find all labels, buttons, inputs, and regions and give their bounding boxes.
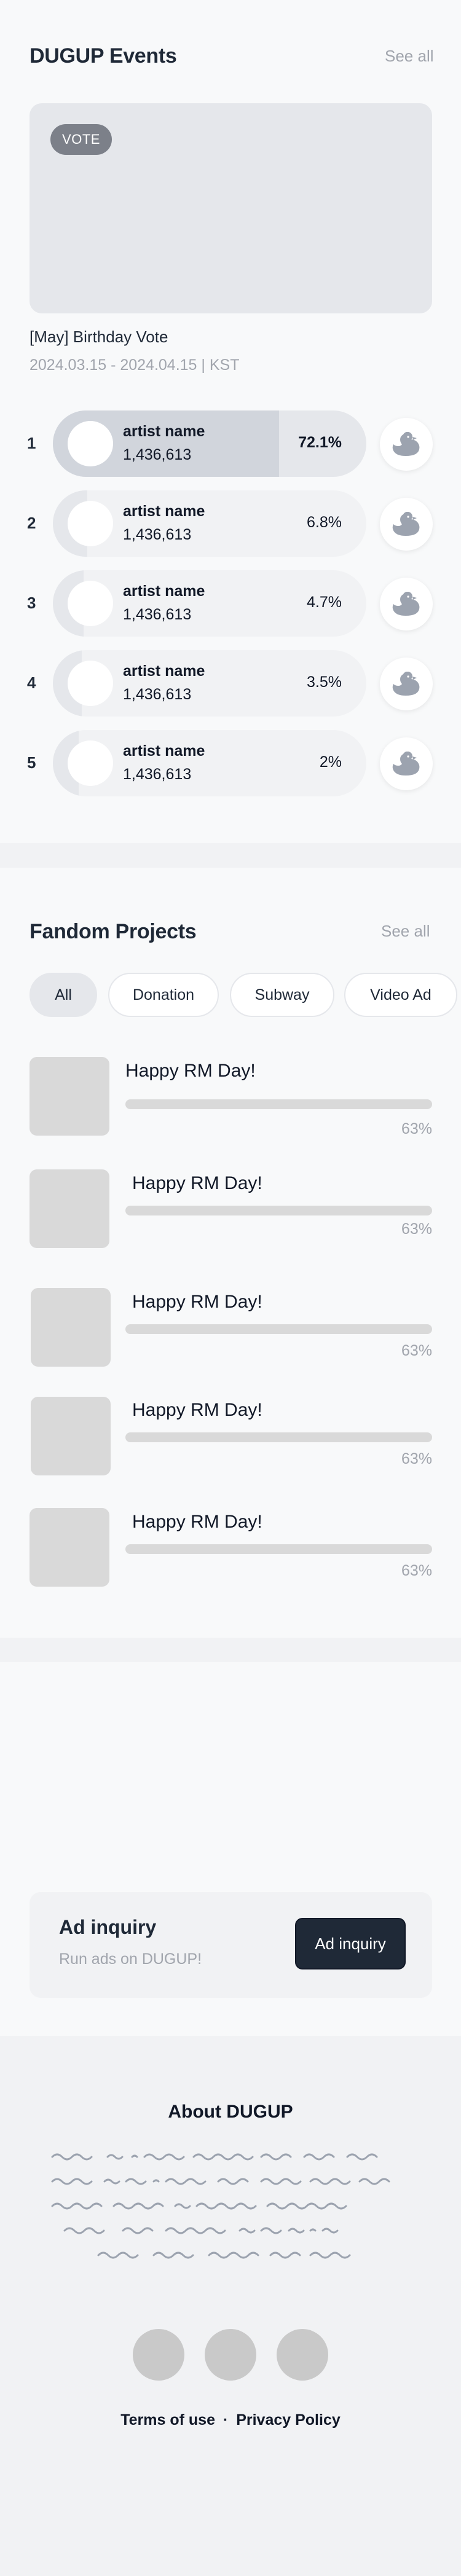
- ad-inquiry-subtitle: Run ads on DUGUP!: [59, 1950, 202, 1968]
- artist-name: artist name: [123, 423, 205, 440]
- avatar: [68, 581, 113, 626]
- ranking-row[interactable]: 3 artist name 1,436,613 4.7%: [0, 570, 461, 637]
- avatar: [68, 661, 113, 706]
- artist-name: artist name: [123, 503, 205, 520]
- filter-chip-donation[interactable]: Donation: [108, 973, 219, 1017]
- project-percent: 63%: [401, 1120, 432, 1137]
- project-percent: 63%: [401, 1342, 432, 1359]
- vote-count: 1,436,613: [123, 606, 192, 623]
- section-divider: [0, 843, 461, 868]
- project-title[interactable]: Happy RM Day!: [132, 1173, 262, 1194]
- project-percent: 63%: [401, 1450, 432, 1467]
- project-title[interactable]: Happy RM Day!: [125, 1061, 256, 1082]
- vote-percent: 3.5%: [307, 673, 342, 691]
- ad-inquiry-title: Ad inquiry: [59, 1916, 157, 1938]
- about-description-placeholder: [51, 2153, 390, 2259]
- vote-percent: 2%: [319, 753, 342, 771]
- footer-links: Terms of use · Privacy Policy: [0, 2411, 461, 2429]
- project-thumbnail[interactable]: [30, 1508, 109, 1587]
- vote-count: 1,436,613: [123, 686, 192, 703]
- events-see-all-link[interactable]: See all: [385, 47, 434, 66]
- avatar: [68, 501, 113, 546]
- social-link-1[interactable]: [133, 2329, 184, 2381]
- vote-button[interactable]: [380, 578, 433, 630]
- project-thumbnail[interactable]: [31, 1397, 111, 1475]
- avatar: [68, 740, 113, 786]
- duck-icon: [392, 752, 420, 776]
- filter-chip-video-ad[interactable]: Video Ad: [344, 973, 457, 1017]
- duck-icon: [392, 512, 420, 536]
- duck-icon: [392, 592, 420, 616]
- avatar: [68, 421, 113, 466]
- footer-separator: ·: [223, 2411, 229, 2429]
- vote-button[interactable]: [380, 658, 433, 710]
- project-title[interactable]: Happy RM Day!: [132, 1292, 262, 1313]
- rank-bar: artist name 1,436,613 72.1%: [53, 410, 366, 477]
- rank-number: 5: [27, 753, 36, 772]
- ranking-row[interactable]: 4 artist name 1,436,613 3.5%: [0, 650, 461, 717]
- fandom-section-title: Fandom Projects: [30, 920, 197, 943]
- vote-badge: VOTE: [50, 124, 112, 155]
- vote-count: 1,436,613: [123, 446, 192, 463]
- social-link-2[interactable]: [205, 2329, 256, 2381]
- event-title[interactable]: [May] Birthday Vote: [30, 328, 168, 347]
- rank-number: 2: [27, 514, 36, 532]
- project-progress-bar: [125, 1324, 432, 1334]
- artist-name: artist name: [123, 583, 205, 600]
- terms-of-use-link[interactable]: Terms of use: [120, 2411, 215, 2429]
- section-divider: [0, 1638, 461, 1662]
- rank-bar: artist name 1,436,613 2%: [53, 730, 366, 796]
- vote-percent: 6.8%: [307, 514, 342, 531]
- project-title[interactable]: Happy RM Day!: [132, 1512, 262, 1533]
- project-thumbnail[interactable]: [30, 1057, 109, 1136]
- rank-number: 4: [27, 673, 36, 692]
- event-dates: 2024.03.15 - 2024.04.15 | KST: [30, 356, 240, 374]
- rank-bar: artist name 1,436,613 4.7%: [53, 570, 366, 637]
- project-thumbnail[interactable]: [31, 1288, 111, 1367]
- project-progress-bar: [125, 1432, 432, 1442]
- duck-icon: [392, 432, 420, 456]
- rank-bar: artist name 1,436,613 3.5%: [53, 650, 366, 717]
- vote-button[interactable]: [380, 418, 433, 471]
- project-thumbnail[interactable]: [30, 1169, 109, 1248]
- social-link-3[interactable]: [277, 2329, 328, 2381]
- project-progress-bar: [125, 1099, 432, 1109]
- rank-number: 1: [27, 434, 36, 452]
- rank-number: 3: [27, 594, 36, 612]
- vote-percent: 72.1%: [298, 434, 342, 451]
- ad-inquiry-button[interactable]: Ad inquiry: [295, 1918, 406, 1969]
- project-progress-bar: [125, 1206, 432, 1215]
- privacy-policy-link[interactable]: Privacy Policy: [236, 2411, 341, 2429]
- filter-chip-all[interactable]: All: [30, 973, 97, 1017]
- ranking-row[interactable]: 1 artist name 1,436,613 72.1%: [0, 410, 461, 477]
- filter-chip-subway[interactable]: Subway: [230, 973, 334, 1017]
- project-title[interactable]: Happy RM Day!: [132, 1400, 262, 1421]
- rank-bar: artist name 1,436,613 6.8%: [53, 490, 366, 557]
- vote-percent: 4.7%: [307, 594, 342, 611]
- duck-icon: [392, 672, 420, 696]
- ranking-row[interactable]: 2 artist name 1,436,613 6.8%: [0, 490, 461, 557]
- fandom-see-all-link[interactable]: See all: [381, 922, 430, 941]
- about-title: About DUGUP: [168, 2102, 293, 2122]
- vote-button[interactable]: [380, 737, 433, 790]
- vote-button[interactable]: [380, 498, 433, 551]
- artist-name: artist name: [123, 742, 205, 760]
- events-section-title: DUGUP Events: [30, 44, 177, 68]
- vote-count: 1,436,613: [123, 526, 192, 543]
- project-progress-bar: [125, 1544, 432, 1554]
- artist-name: artist name: [123, 662, 205, 680]
- vote-count: 1,436,613: [123, 766, 192, 783]
- ranking-row[interactable]: 5 artist name 1,436,613 2%: [0, 730, 461, 796]
- project-percent: 63%: [401, 1562, 432, 1579]
- project-percent: 63%: [401, 1220, 432, 1238]
